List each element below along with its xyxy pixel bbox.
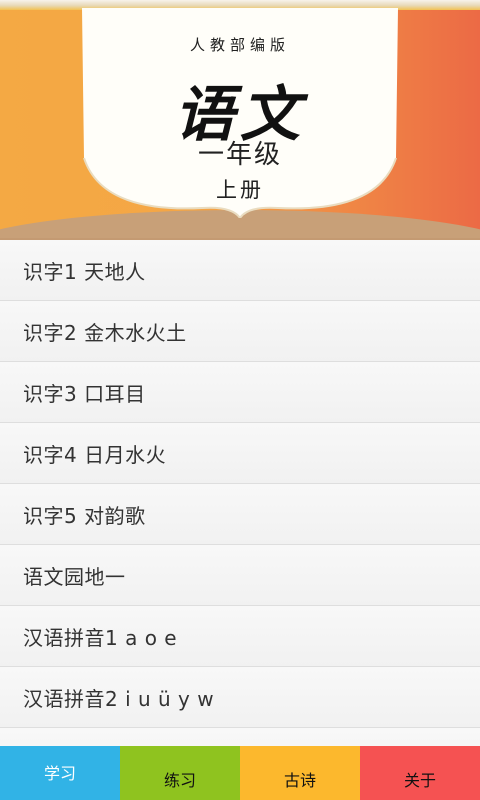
- lesson-label: 识字2 金木水火土: [23, 320, 187, 345]
- publisher-label: 人教部编版: [189, 36, 290, 54]
- tab-practice[interactable]: 练习: [120, 746, 240, 800]
- tab-about[interactable]: 关于: [360, 746, 480, 800]
- lesson-label: 汉语拼音2 i u ü y w: [23, 686, 215, 711]
- lesson-item[interactable]: 识字2 金木水火土: [0, 301, 480, 362]
- lesson-item[interactable]: 汉语拼音1 a o e: [0, 606, 480, 667]
- lesson-label: 识字1 天地人: [23, 259, 146, 284]
- lesson-list[interactable]: 识字1 天地人 识字2 金木水火土 识字3 口耳目 识字4 日月水火 识字5 对…: [0, 240, 480, 746]
- lesson-item[interactable]: 识字5 对韵歌: [0, 484, 480, 545]
- tab-study[interactable]: 学习: [0, 746, 120, 800]
- lesson-item[interactable]: 识字1 天地人: [0, 240, 480, 301]
- tab-label: 关于: [403, 771, 436, 790]
- lesson-item[interactable]: 识字3 口耳目: [0, 362, 480, 423]
- lesson-label: 语文园地一: [23, 564, 126, 589]
- lesson-item[interactable]: 语文园地一: [0, 545, 480, 606]
- tab-label: 古诗: [283, 771, 316, 790]
- grade-label: 一年级: [197, 140, 282, 170]
- bottom-tab-bar: 学习 练习 古诗 关于: [0, 746, 480, 800]
- tab-poems[interactable]: 古诗: [240, 746, 360, 800]
- tab-label: 学习: [43, 764, 76, 783]
- volume-label: 上册: [216, 178, 264, 202]
- lesson-label: 识字4 日月水火: [23, 442, 167, 467]
- lesson-label: 识字3 口耳目: [23, 381, 146, 406]
- lesson-item[interactable]: 汉语拼音2 i u ü y w: [0, 667, 480, 728]
- tab-label: 练习: [163, 771, 196, 790]
- lesson-item[interactable]: 识字4 日月水火: [0, 423, 480, 484]
- lesson-item[interactable]: [0, 728, 480, 746]
- lesson-label: 汉语拼音1 a o e: [23, 625, 178, 650]
- cover-banner: 人教部编版 语文 一年级 上册: [0, 0, 480, 240]
- lesson-label: 识字5 对韵歌: [23, 503, 146, 528]
